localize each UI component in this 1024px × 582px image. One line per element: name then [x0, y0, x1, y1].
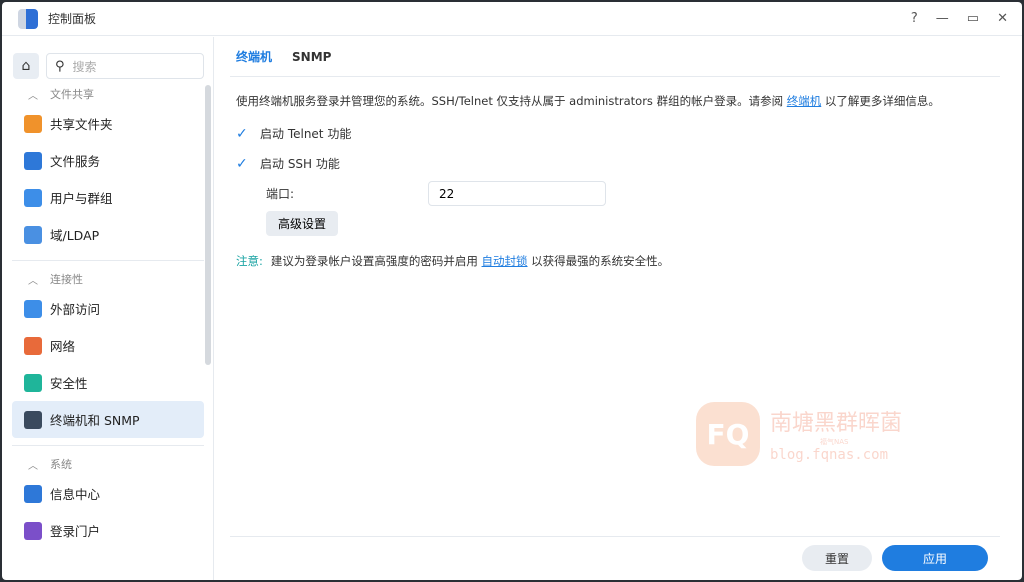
checkmark-icon: ✓ — [236, 155, 248, 172]
terminal-help-link[interactable]: 终端机 — [787, 94, 822, 108]
sidebar-item-icon — [24, 114, 42, 133]
auto-block-link[interactable]: 自动封锁 — [482, 254, 528, 268]
chevron-up-icon: ︿ — [28, 460, 38, 472]
window-title: 控制面板 — [48, 12, 97, 26]
chevron-up-icon: ︿ — [28, 275, 38, 287]
sidebar-item-icon — [24, 225, 42, 244]
sidebar-item-label: 终端机和 SNMP — [50, 413, 140, 428]
sidebar-section-header[interactable]: ︿ 连接性 — [12, 268, 204, 290]
sidebar-item-label: 域/LDAP — [50, 228, 100, 243]
section-label: 系统 — [50, 458, 72, 471]
port-input[interactable] — [428, 181, 607, 206]
note-label: 注意: — [236, 254, 263, 268]
reset-button[interactable]: 重置 — [802, 545, 872, 571]
section-label: 连接性 — [50, 273, 83, 286]
telnet-checkbox[interactable]: ✓ 启动 Telnet 功能 — [236, 125, 1000, 142]
sidebar-item-label: 文件服务 — [50, 154, 101, 169]
description-text: 使用终端机服务登录并管理您的系统。SSH/Telnet 仅支持从属于 admin… — [236, 94, 787, 108]
sidebar-item-icon — [24, 336, 42, 355]
sidebar: ⌂ ⚲ 搜索 ︿ 文件共享共享文件夹文件服务用户与群组域/LDAP ︿ 连接性外部访问网… — [2, 37, 214, 580]
telnet-label: 启动 Telnet 功能 — [260, 127, 352, 141]
footer: 重置 应用 — [230, 536, 1000, 580]
watermark-url: blog.fqnas.com — [770, 447, 889, 463]
control-panel-window: 控制面板 ? — ▭ ✕ ⌂ ⚲ 搜索 ︿ 文件共享共享文件夹文件服务用户与群组域/… — [2, 2, 1022, 580]
sidebar-item-icon — [24, 373, 42, 392]
sidebar-item-label: 安全性 — [50, 376, 88, 391]
sidebar-item[interactable]: 终端机和 SNMP — [12, 401, 204, 438]
port-label: 端口: — [266, 187, 295, 201]
watermark: FQ 南塘黑群晖菌 福气NAS blog.fqnas.com — [696, 402, 902, 466]
watermark-sub: 福气NAS — [820, 438, 849, 446]
help-button[interactable]: ? — [911, 11, 918, 26]
sidebar-divider — [12, 260, 204, 261]
sidebar-item-label: 信息中心 — [50, 487, 101, 502]
sidebar-section-header[interactable]: ︿ 系统 — [12, 453, 204, 475]
description: 使用终端机服务登录并管理您的系统。SSH/Telnet 仅支持从属于 admin… — [236, 93, 1000, 109]
chevron-up-icon: ︿ — [28, 90, 38, 102]
sidebar-item-label: 外部访问 — [50, 302, 101, 317]
advanced-settings-button[interactable]: 高级设置 — [266, 211, 338, 236]
sidebar-section-header[interactable]: ︿ 文件共享 — [12, 83, 204, 105]
sidebar-item[interactable]: 外部访问 — [12, 290, 204, 327]
sidebar-nav: ︿ 文件共享共享文件夹文件服务用户与群组域/LDAP ︿ 连接性外部访问网络安全性终端… — [12, 83, 204, 549]
watermark-logo: FQ — [696, 402, 760, 466]
section-label: 文件共享 — [50, 88, 94, 101]
sidebar-item[interactable]: 登录门户 — [12, 512, 204, 549]
close-button[interactable]: ✕ — [997, 11, 1008, 26]
apply-button[interactable]: 应用 — [882, 545, 988, 571]
sidebar-item[interactable]: 信息中心 — [12, 475, 204, 512]
sidebar-item[interactable]: 域/LDAP — [12, 216, 204, 253]
title-bar: 控制面板 ? — ▭ ✕ — [2, 2, 1022, 36]
sidebar-item[interactable]: 安全性 — [12, 364, 204, 401]
search-input[interactable]: ⚲ 搜索 — [46, 53, 204, 79]
sidebar-item-label: 登录门户 — [50, 524, 101, 539]
sidebar-item-icon — [24, 151, 42, 170]
watermark-name: 南塘黑群晖菌 — [770, 411, 903, 436]
control-panel-app-icon — [18, 8, 38, 29]
sidebar-item[interactable]: 共享文件夹 — [12, 105, 204, 142]
security-note: 注意: 建议为登录帐户设置高强度的密码并启用 自动封锁 以获得最强的系统安全性。 — [236, 253, 1000, 269]
sidebar-item-icon — [24, 521, 42, 540]
sidebar-divider — [12, 445, 204, 446]
search-placeholder: 搜索 — [72, 59, 97, 74]
sidebar-item-label: 共享文件夹 — [50, 117, 113, 132]
sidebar-item-icon — [24, 410, 42, 429]
search-icon: ⚲ — [55, 58, 65, 74]
ssh-checkbox[interactable]: ✓ 启动 SSH 功能 — [236, 155, 1000, 172]
home-icon: ⌂ — [21, 58, 31, 74]
tab-bar: 终端机 SNMP — [230, 37, 1000, 77]
home-button[interactable]: ⌂ — [13, 53, 39, 79]
ssh-label: 启动 SSH 功能 — [260, 157, 340, 171]
tab-terminal[interactable]: 终端机 — [236, 48, 272, 65]
sidebar-item[interactable]: 网络 — [12, 327, 204, 364]
sidebar-item[interactable]: 用户与群组 — [12, 179, 204, 216]
tab-snmp[interactable]: SNMP — [292, 50, 331, 64]
description-text-end: 以了解更多详细信息。 — [821, 94, 940, 108]
sidebar-item-icon — [24, 484, 42, 503]
sidebar-item-label: 用户与群组 — [50, 191, 113, 206]
maximize-button[interactable]: ▭ — [967, 11, 979, 26]
sidebar-item-icon — [24, 299, 42, 318]
main-panel: 终端机 SNMP 使用终端机服务登录并管理您的系统。SSH/Telnet 仅支持… — [230, 37, 1000, 580]
note-text: 建议为登录帐户设置高强度的密码并启用 — [270, 254, 482, 268]
sidebar-item-label: 网络 — [50, 339, 76, 354]
sidebar-item-icon — [24, 188, 42, 207]
sidebar-scrollbar[interactable] — [205, 85, 211, 365]
sidebar-item[interactable]: 文件服务 — [12, 142, 204, 179]
minimize-button[interactable]: — — [936, 11, 949, 26]
note-text-end: 以获得最强的系统安全性。 — [527, 254, 670, 268]
checkmark-icon: ✓ — [236, 125, 248, 142]
